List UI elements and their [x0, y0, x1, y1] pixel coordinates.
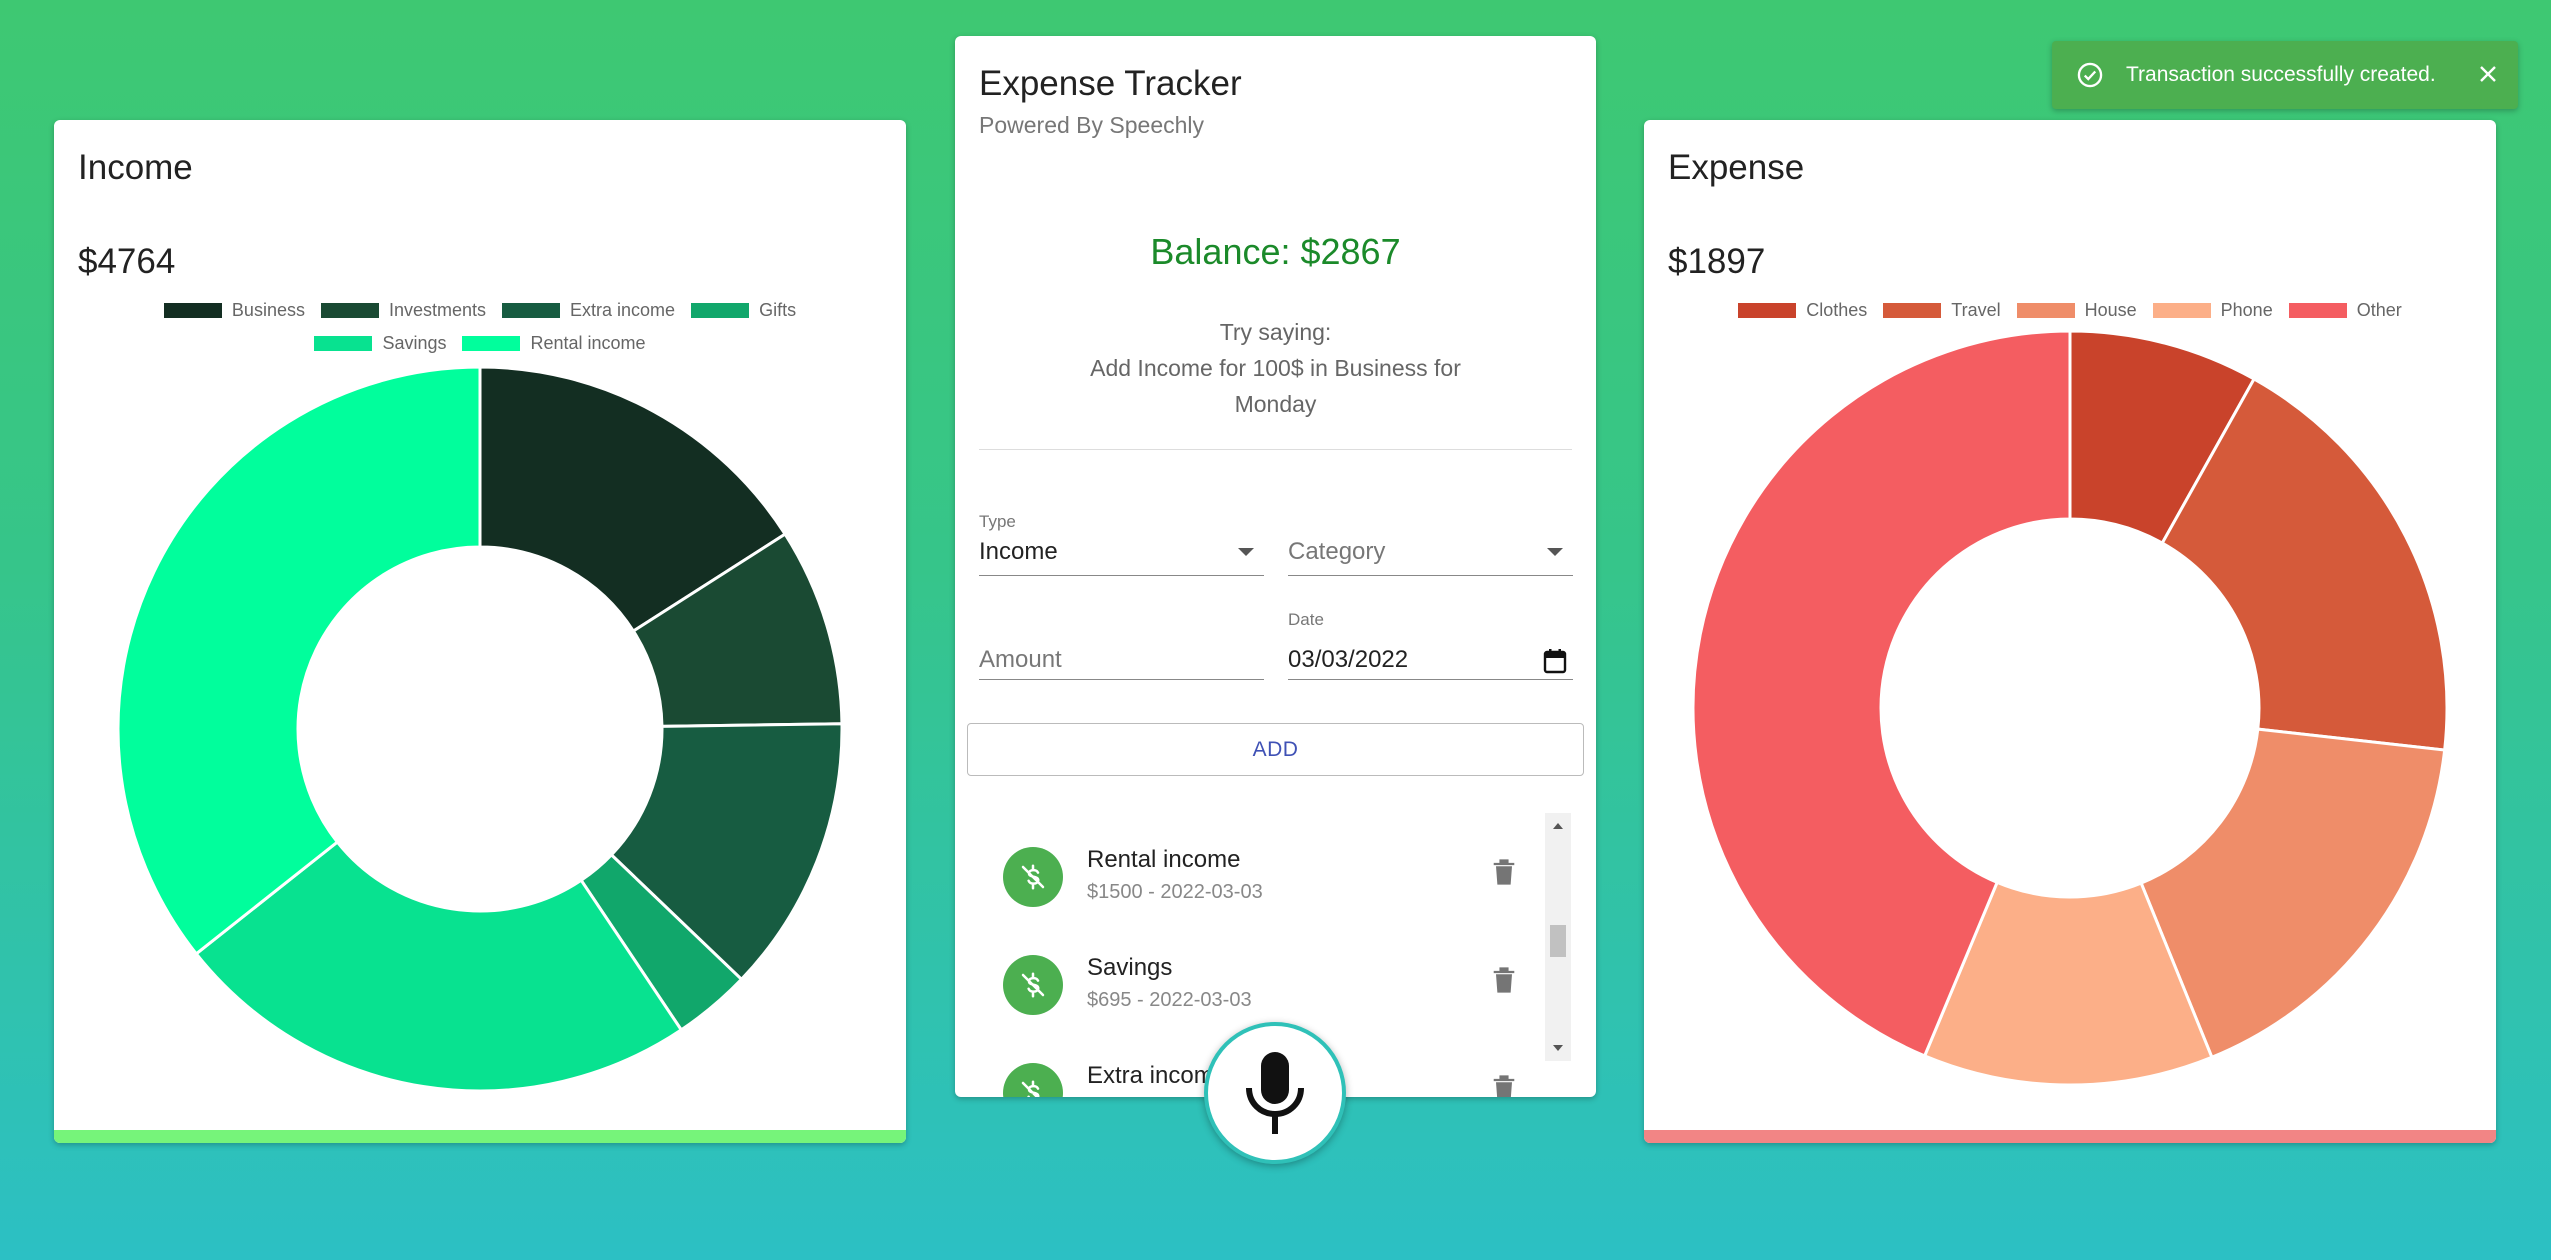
amount-input[interactable]: Amount	[979, 640, 1264, 680]
category-underline	[1288, 575, 1573, 576]
trash-icon[interactable]	[1490, 1072, 1518, 1097]
expense-bottom-bar	[1644, 1130, 2496, 1143]
legend-item[interactable]: Savings	[314, 333, 446, 354]
legend-label: Investments	[388, 300, 487, 320]
transaction-detail: $1500 - 2022-03-03	[1087, 881, 1263, 903]
date-input[interactable]: Date 03/03/2022	[1288, 610, 1573, 680]
hint-line-3: Monday	[1234, 391, 1317, 417]
divider	[979, 449, 1572, 450]
hint-line-2: Add Income for 100$ in Business for	[1090, 355, 1461, 381]
voice-hint: Try saying: Add Income for 100$ in Busin…	[955, 314, 1596, 422]
legend-swatch	[163, 303, 222, 318]
income-title: Income	[78, 148, 193, 187]
legend-item[interactable]: Business	[163, 300, 305, 321]
legend-item[interactable]: Other	[2288, 300, 2402, 321]
type-label: Type	[979, 512, 1016, 531]
legend-item[interactable]: Investments	[320, 300, 487, 321]
app-subtitle: Powered By Speechly	[979, 112, 1205, 138]
money-off-icon	[1003, 955, 1063, 1015]
legend-item[interactable]: Travel	[1883, 300, 2001, 321]
legend-label: House	[2084, 300, 2137, 320]
income-bottom-bar	[54, 1130, 906, 1143]
chevron-down-icon	[1238, 548, 1254, 556]
expense-tracker-card: Expense Tracker Powered By Speechly Bala…	[955, 36, 1596, 1097]
legend-item[interactable]: Rental income	[462, 333, 646, 354]
date-label: Date	[1288, 610, 1324, 629]
legend-row: Clothes Travel House Phone Other	[1644, 294, 2496, 327]
hint-line-1: Try saying:	[1219, 319, 1332, 345]
type-value: Income	[979, 538, 1058, 565]
date-underline	[1288, 679, 1573, 680]
transaction-detail: $695 - 2022-03-03	[1087, 989, 1252, 1011]
expense-total: $1897	[1668, 242, 1766, 281]
income-card: Income $4764 Business Investments Extra in…	[54, 120, 906, 1143]
calendar-icon[interactable]	[1543, 648, 1567, 674]
income-legend: Business Investments Extra income Gifts Savi…	[54, 294, 906, 360]
microphone-icon	[1246, 1052, 1304, 1134]
legend-swatch	[2288, 303, 2347, 318]
amount-placeholder: Amount	[979, 646, 1062, 673]
legend-label: Business	[231, 300, 305, 320]
add-button[interactable]: ADD	[967, 723, 1584, 776]
scroll-thumb[interactable]	[1550, 925, 1566, 957]
type-underline	[979, 575, 1264, 576]
legend-swatch	[462, 336, 521, 351]
legend-swatch	[2152, 303, 2211, 318]
income-total: $4764	[78, 242, 176, 281]
legend-swatch	[1738, 303, 1797, 318]
transaction-name: Rental income	[1087, 846, 1241, 873]
legend-swatch	[691, 303, 750, 318]
legend-swatch	[314, 336, 373, 351]
income-donut-chart	[116, 365, 844, 1093]
legend-item[interactable]: House	[2016, 300, 2137, 321]
money-off-icon	[1003, 1063, 1063, 1097]
legend-item[interactable]: Phone	[2152, 300, 2273, 321]
scroll-up-arrow-icon[interactable]	[1553, 823, 1563, 829]
trash-icon[interactable]	[1490, 964, 1518, 996]
expense-legend: Clothes Travel House Phone Other	[1644, 294, 2496, 327]
list-item[interactable]: Savings $695 - 2022-03-03	[955, 919, 1555, 1027]
legend-label: Extra income	[570, 300, 676, 320]
trash-icon[interactable]	[1490, 856, 1518, 888]
app-title: Expense Tracker	[979, 64, 1242, 103]
balance-text: Balance: $2867	[1150, 231, 1401, 272]
legend-row: Business Investments Extra income Gifts	[54, 294, 906, 327]
check-circle-icon	[2077, 62, 2103, 88]
legend-label: Travel	[1951, 300, 2001, 320]
expense-donut-chart	[1691, 330, 2449, 1087]
legend-label: Other	[2356, 300, 2402, 320]
legend-swatch	[2016, 303, 2075, 318]
legend-row: Savings Rental income	[54, 327, 906, 360]
category-placeholder: Category	[1288, 538, 1386, 565]
success-toast: Transaction successfully created.	[2052, 41, 2518, 109]
donut-slice-rental-income[interactable]	[116, 365, 482, 956]
legend-label: Rental income	[530, 333, 646, 353]
microphone-button[interactable]	[1204, 1022, 1346, 1164]
list-scrollbar[interactable]	[1545, 813, 1571, 1061]
expense-card: Expense $1897 Clothes Travel House Phone Oth…	[1644, 120, 2496, 1143]
legend-item[interactable]: Gifts	[691, 300, 796, 321]
scroll-down-arrow-icon[interactable]	[1553, 1045, 1563, 1051]
chevron-down-icon	[1547, 548, 1563, 556]
transaction-name: Savings	[1087, 954, 1173, 981]
legend-swatch	[1883, 303, 1942, 318]
legend-label: Phone	[2220, 300, 2273, 320]
category-select[interactable]: Category	[1288, 512, 1573, 576]
type-select[interactable]: Type Income	[979, 512, 1264, 576]
date-value: 03/03/2022	[1288, 646, 1409, 673]
legend-swatch	[320, 303, 379, 318]
amount-underline	[979, 679, 1264, 680]
legend-label: Clothes	[1806, 300, 1868, 320]
legend-label: Savings	[382, 333, 447, 353]
expense-title: Expense	[1668, 148, 1805, 187]
toast-message: Transaction successfully created.	[2126, 63, 2436, 86]
legend-swatch	[502, 303, 561, 318]
legend-item[interactable]: Clothes	[1738, 300, 1867, 321]
legend-label: Gifts	[759, 300, 797, 320]
list-item[interactable]: Rental income $1500 - 2022-03-03	[955, 811, 1555, 919]
close-icon[interactable]	[2476, 62, 2500, 86]
money-off-icon	[1003, 847, 1063, 907]
legend-item[interactable]: Extra income	[502, 300, 675, 321]
